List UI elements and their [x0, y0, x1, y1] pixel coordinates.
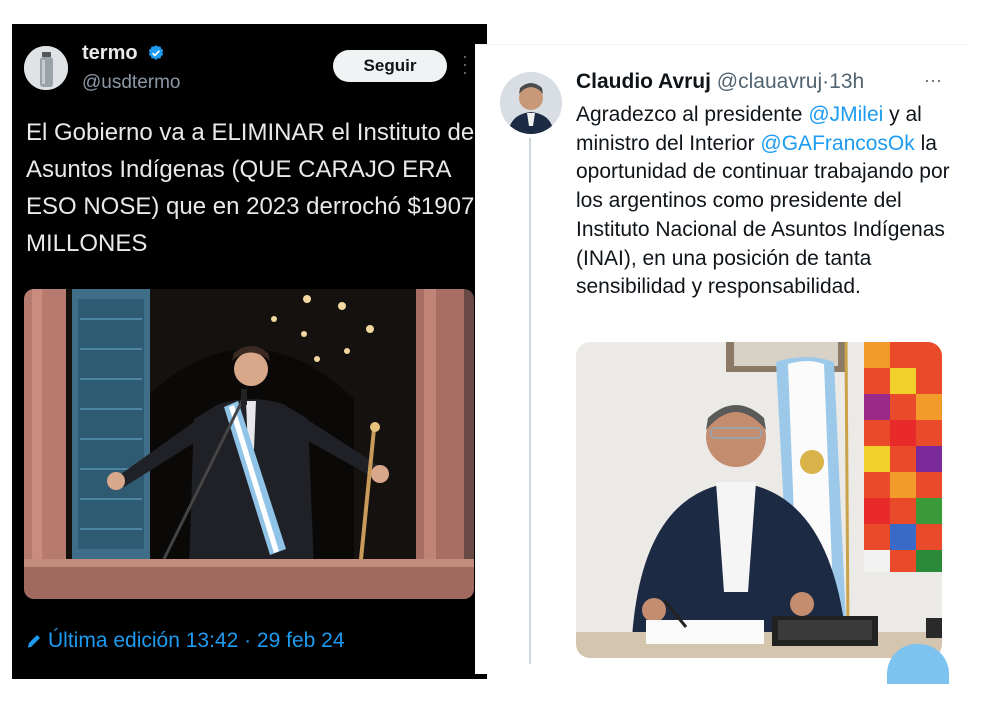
username-handle[interactable]: @clauavruj [717, 70, 822, 93]
avatar[interactable] [500, 72, 562, 134]
tweet-text-segment: Agradezco al presidente [576, 103, 809, 126]
pencil-icon [27, 635, 40, 648]
avatar[interactable] [24, 46, 68, 90]
mention-link[interactable]: @GAFrancosOk [760, 132, 914, 155]
profile-photo [500, 72, 562, 134]
divider [475, 44, 967, 45]
display-name[interactable]: termo [82, 42, 138, 65]
right-tweet-card: Claudio Avruj @clauavruj·13h ··· Agradez… [475, 44, 967, 684]
timestamp[interactable]: 13h [829, 70, 864, 93]
edited-label: Última edición 13:42 · 29 feb 24 [48, 629, 345, 652]
tweet-text: Agradezco al presidente @JMilei y al min… [576, 101, 956, 302]
tweet-header: Claudio Avruj @clauavruj·13h [576, 70, 864, 94]
thermos-avatar-icon [24, 46, 68, 90]
edited-indicator[interactable]: Última edición 13:42 · 29 feb 24 [26, 629, 345, 653]
display-name[interactable]: Claudio Avruj [576, 70, 711, 93]
tweet-image[interactable] [576, 342, 942, 658]
left-tweet-card: termo @usdtermo Seguir · · · El Gobierno v… [12, 24, 487, 679]
verified-badge-icon [148, 45, 164, 60]
tweet-image[interactable] [24, 289, 474, 599]
more-icon[interactable]: ··· [460, 47, 470, 81]
tweet-text: El Gobierno va a ELIMINAR el Instituto d… [26, 119, 475, 257]
username-handle[interactable]: @usdtermo [82, 72, 181, 94]
office-photo [576, 342, 942, 658]
tweet-text-segment: la oportunidad de continuar trabajando p… [576, 131, 950, 299]
thread-line [529, 138, 531, 664]
balcony-photo [24, 289, 474, 599]
follow-button[interactable]: Seguir [333, 50, 447, 82]
more-icon[interactable]: ··· [924, 70, 942, 91]
mention-link[interactable]: @JMilei [808, 103, 883, 126]
